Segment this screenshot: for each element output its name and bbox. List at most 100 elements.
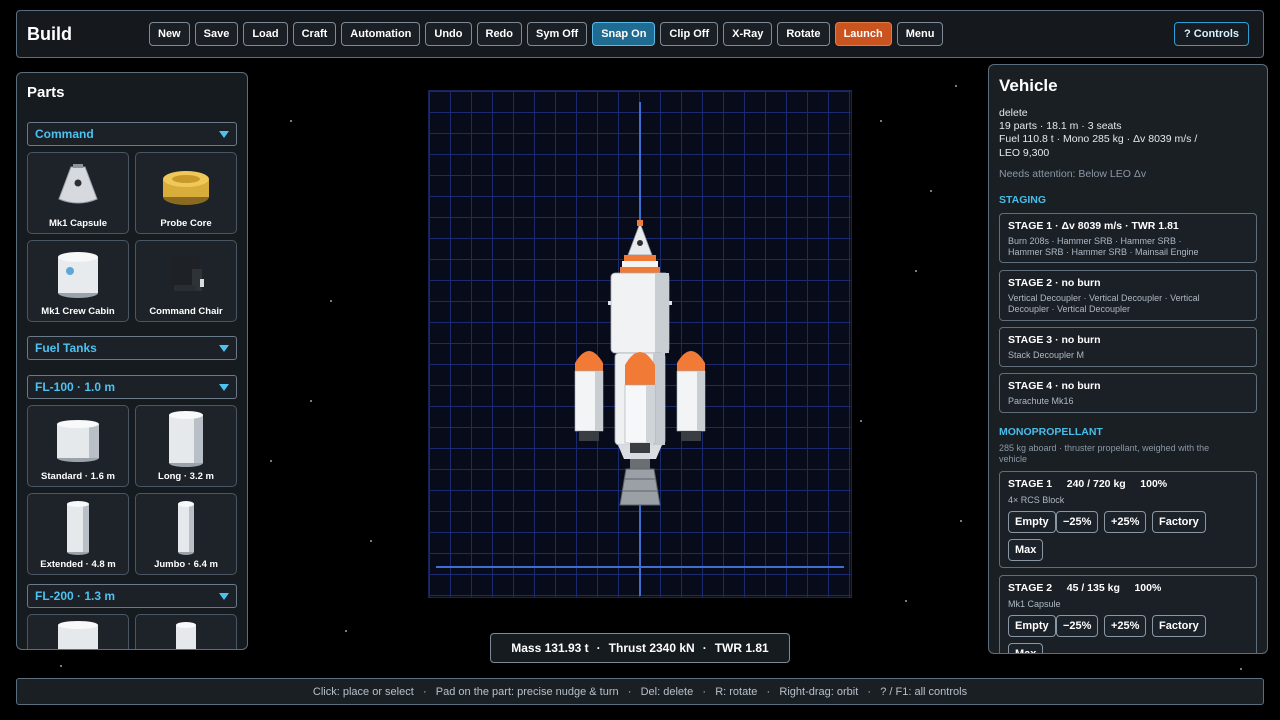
stage-parts-line: Burn 208s · Hammer SRB · Hammer SRB · (1008, 236, 1182, 246)
fl200-dropdown[interactable]: FL-200 · 1.3 m (27, 584, 237, 608)
controls-hint-bar: Click: place or select · Pad on the part… (16, 678, 1264, 705)
symmetry-toggle[interactable]: Sym Off (527, 22, 588, 46)
parts-title: Parts (27, 84, 65, 101)
mono-description: 285 kg aboard · thruster propellant, wei… (999, 443, 1210, 453)
save-button[interactable]: Save (194, 22, 239, 46)
hint-text: Click: place or select · Pad on the part… (312, 685, 968, 698)
part-label: Standard · 1.6 m (41, 471, 115, 482)
part-command-chair[interactable]: Command Chair (135, 240, 237, 322)
fuel-tank-icon (58, 621, 98, 649)
stage-header: STAGE 3 · no burn (1008, 334, 1101, 346)
vehicle-title: Vehicle (999, 76, 1058, 95)
launch-button[interactable]: Launch (834, 22, 892, 46)
stage-card-4[interactable]: STAGE 4 · no burn Parachute Mk16 (999, 373, 1257, 413)
separator: · (596, 641, 601, 655)
mono-stage-source: Mk1 Capsule (1008, 599, 1061, 609)
controls-help-button[interactable]: ? Controls (1174, 22, 1249, 46)
capsule-icon (58, 164, 98, 204)
mono-stage-card-1: STAGE 1 240 / 720 kg 100% 4× RCS Block E… (999, 471, 1257, 568)
probe-core-icon (163, 171, 209, 205)
part-tank-extended[interactable]: Extended · 4.8 m (27, 493, 129, 575)
category-fuel-dropdown[interactable]: Fuel Tanks (27, 336, 237, 360)
mono-description: vehicle (999, 454, 1028, 464)
clip-toggle[interactable]: Clip Off (660, 22, 719, 46)
fuel-tank-icon (176, 622, 196, 649)
automation-button[interactable]: Automation (341, 22, 421, 46)
fl200-label: FL-200 · 1.3 m (35, 589, 116, 603)
mono-stage-header: STAGE 1 240 / 720 kg 100% (1008, 478, 1168, 490)
vehicle-panel: Vehicle delete 19 parts · 18.1 m · 3 sea… (988, 64, 1268, 654)
stage-card-3[interactable]: STAGE 3 · no burn Stack Decoupler M (999, 327, 1257, 367)
separator: · (702, 641, 707, 655)
new-button[interactable]: New (149, 22, 190, 46)
part-tank-fl200-b[interactable] (135, 614, 237, 649)
fl100-dropdown[interactable]: FL-100 · 1.0 m (27, 375, 237, 399)
command-chair-icon (170, 255, 204, 291)
mono-plus25-button[interactable]: +25% (1104, 511, 1147, 533)
mass-readout: Mass 131.93 t (511, 641, 589, 655)
part-label: Extended · 4.8 m (40, 559, 116, 570)
xray-button[interactable]: X-Ray (723, 22, 773, 46)
stage-header: STAGE 1 · Δv 8039 m/s · TWR 1.81 (1008, 220, 1179, 232)
mono-minus25-button[interactable]: −25% (1056, 615, 1099, 637)
mono-stage-header: STAGE 2 45 / 135 kg 100% (1008, 582, 1162, 594)
stage-header: STAGE 4 · no burn (1008, 380, 1101, 392)
undo-button[interactable]: Undo (425, 22, 472, 46)
top-toolbar: Build New Save Load Craft Automation Und… (16, 10, 1264, 58)
chevron-down-icon (219, 131, 229, 138)
mono-empty-button[interactable]: Empty (1008, 511, 1056, 533)
mono-stage-source: 4× RCS Block (1008, 495, 1065, 505)
staging-title: STAGING (999, 194, 1047, 206)
menu-button[interactable]: Menu (896, 22, 944, 46)
monopropellant-title: MONOPROPELLANT (999, 426, 1103, 438)
part-mk1-crew-cabin[interactable]: Mk1 Crew Cabin (27, 240, 129, 322)
rocket-icon[interactable] (560, 215, 720, 515)
mono-factory-button[interactable]: Factory (1152, 615, 1206, 637)
stage-card-1[interactable]: STAGE 1 · Δv 8039 m/s · TWR 1.81 Burn 20… (999, 213, 1257, 263)
category-command-label: Command (35, 127, 94, 141)
redo-button[interactable]: Redo (476, 22, 522, 46)
part-label: Probe Core (160, 218, 212, 229)
fuel-tank-icon (67, 501, 89, 555)
vehicle-name: delete (999, 107, 1028, 119)
mono-factory-button[interactable]: Factory (1152, 511, 1206, 533)
mono-empty-button[interactable]: Empty (1008, 615, 1056, 637)
mono-max-button[interactable]: Max (1008, 539, 1044, 561)
fuel-tank-icon (57, 420, 99, 462)
rotate-button[interactable]: Rotate (777, 22, 830, 46)
attention-notice: Needs attention: Below LEO Δv (999, 168, 1147, 180)
part-label: Command Chair (149, 306, 223, 317)
craft-button[interactable]: Craft (292, 22, 337, 46)
mono-minus25-button[interactable]: −25% (1056, 511, 1099, 533)
part-tank-long[interactable]: Long · 3.2 m (135, 405, 237, 487)
thrust-readout: Thrust 2340 kN (608, 641, 695, 655)
load-button[interactable]: Load (243, 22, 288, 46)
part-tank-jumbo[interactable]: Jumbo · 6.4 m (135, 493, 237, 575)
part-probe-core[interactable]: Probe Core (135, 152, 237, 234)
vehicle-summary-line2: Fuel 110.8 t · Mono 285 kg · Δv 8039 m/s… (999, 133, 1198, 145)
fl100-label: FL-100 · 1.0 m (35, 380, 116, 394)
fuel-tank-icon (169, 411, 203, 467)
mono-max-button[interactable]: Max (1008, 643, 1044, 653)
part-mk1-capsule[interactable]: Mk1 Capsule (27, 152, 129, 234)
snap-toggle[interactable]: Snap On (592, 22, 656, 46)
stage-parts-line: Parachute Mk16 (1008, 396, 1074, 406)
mono-stage-card-2: STAGE 2 45 / 135 kg 100% Mk1 Capsule Emp… (999, 575, 1257, 653)
part-tank-standard[interactable]: Standard · 1.6 m (27, 405, 129, 487)
parts-panel: Parts Command Mk1 Capsule Probe Core Mk1… (16, 72, 248, 650)
part-label: Long · 3.2 m (158, 471, 214, 482)
part-label: Jumbo · 6.4 m (154, 559, 218, 570)
stage-card-2[interactable]: STAGE 2 · no burn Vertical Decoupler · V… (999, 270, 1257, 321)
stage-parts-line: Stack Decoupler M (1008, 350, 1085, 360)
crew-cabin-icon (58, 252, 98, 298)
category-command-dropdown[interactable]: Command (27, 122, 237, 146)
stage-header: STAGE 2 · no burn (1008, 277, 1101, 289)
part-tank-fl200-a[interactable] (27, 614, 129, 649)
fuel-tank-icon (178, 501, 194, 555)
stage-parts-line: Vertical Decoupler · Vertical Decoupler … (1008, 293, 1200, 303)
mono-plus25-button[interactable]: +25% (1104, 615, 1147, 637)
chevron-down-icon (219, 345, 229, 352)
chevron-down-icon (219, 593, 229, 600)
ground-line (436, 566, 844, 568)
stage-parts-line: Decoupler · Vertical Decoupler (1008, 304, 1131, 314)
